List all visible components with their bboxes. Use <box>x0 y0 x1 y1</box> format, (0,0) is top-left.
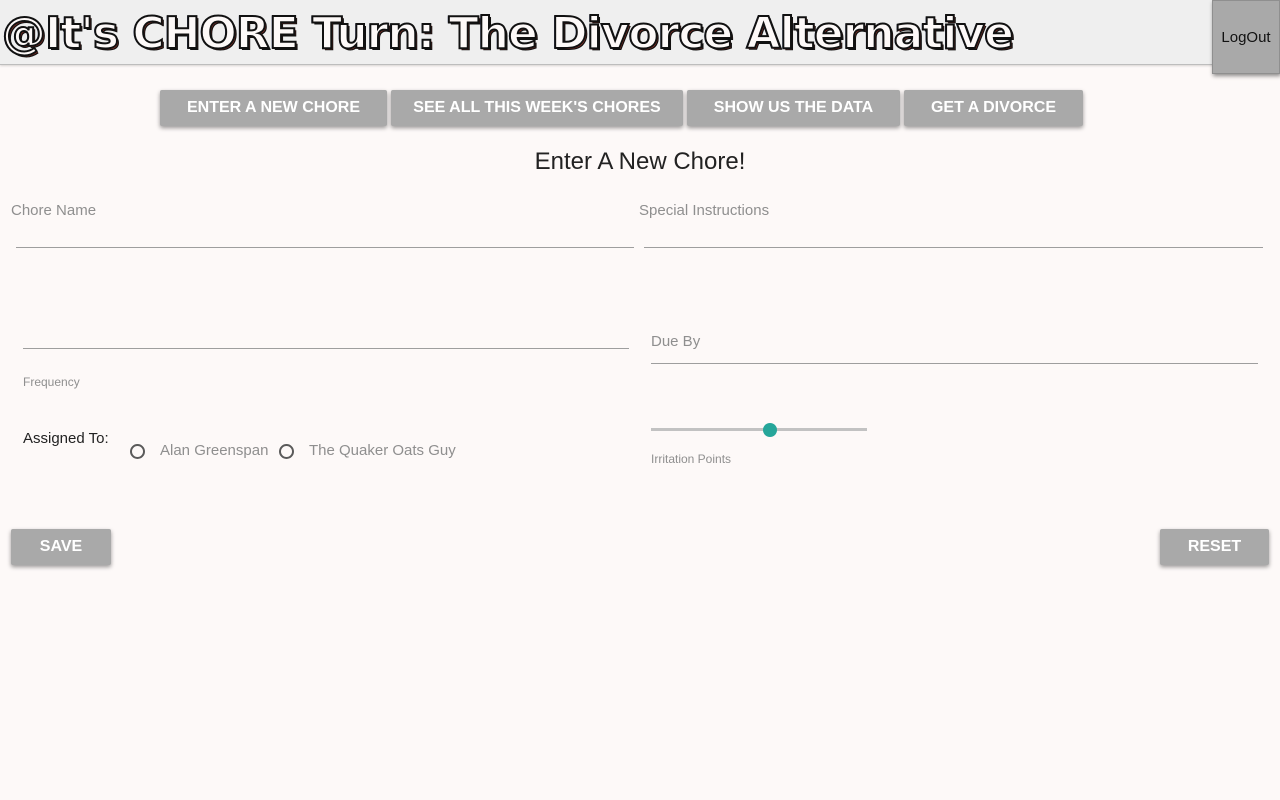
special-instructions-input[interactable] <box>644 224 1264 248</box>
irritation-points-label: Irritation Points <box>651 452 732 466</box>
nav-enter-new-chore[interactable]: ENTER A NEW CHORE <box>160 90 387 126</box>
nav-show-data[interactable]: SHOW US THE DATA <box>687 90 900 126</box>
special-instructions-underline <box>644 247 1263 248</box>
chore-name-underline <box>16 247 634 248</box>
frequency-input[interactable] <box>23 325 631 349</box>
due-by-underline <box>651 363 1258 364</box>
frequency-underline <box>23 348 629 349</box>
chore-name-label: Chore Name <box>11 202 97 219</box>
save-button[interactable]: SAVE <box>11 529 111 565</box>
page-title: Enter A New Chore! <box>534 148 746 175</box>
radio-quaker-oats-guy[interactable] <box>279 444 294 459</box>
special-instructions-label: Special Instructions <box>639 202 770 219</box>
app-title: @It's CHORE Turn: The Divorce Alternativ… <box>2 8 1015 60</box>
irritation-points-slider-track[interactable] <box>651 428 867 431</box>
frequency-label: Frequency <box>23 375 80 389</box>
radio-alan-greenspan[interactable] <box>130 444 145 459</box>
nav-get-divorce[interactable]: GET A DIVORCE <box>904 90 1083 126</box>
logout-button[interactable]: LogOut <box>1212 0 1280 74</box>
main-nav: ENTER A NEW CHORE SEE ALL THIS WEEK'S CH… <box>160 90 1083 126</box>
irritation-points-slider-thumb[interactable] <box>762 423 777 437</box>
radio-label-quaker-oats-guy[interactable]: The Quaker Oats Guy <box>309 442 456 459</box>
nav-see-weeks-chores[interactable]: SEE ALL THIS WEEK'S CHORES <box>391 90 683 126</box>
chore-name-input[interactable] <box>16 224 636 248</box>
due-by-input[interactable] <box>651 340 1259 364</box>
radio-label-alan-greenspan[interactable]: Alan Greenspan <box>160 442 268 459</box>
assigned-to-label: Assigned To: <box>23 430 109 447</box>
reset-button[interactable]: RESET <box>1160 529 1269 565</box>
app-header: @It's CHORE Turn: The Divorce Alternativ… <box>0 0 1280 65</box>
